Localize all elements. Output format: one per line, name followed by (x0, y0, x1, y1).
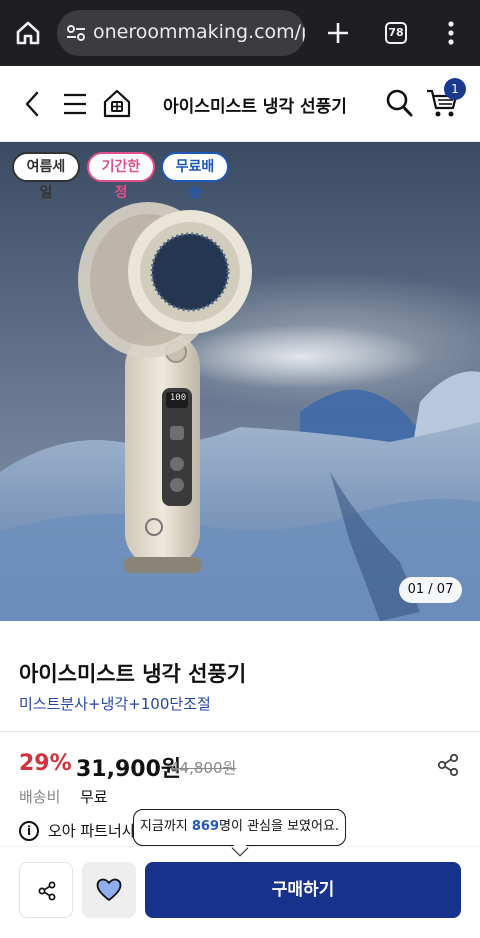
partner-text: 오아 파트너사 (48, 822, 136, 840)
new-tab-icon[interactable] (324, 19, 352, 47)
share-icon[interactable] (437, 753, 459, 777)
shop-home-icon[interactable] (102, 87, 132, 119)
divider (0, 731, 480, 732)
shipping-label: 배송비 (19, 788, 61, 806)
share-button[interactable] (19, 862, 73, 918)
address-bar[interactable]: oneroommaking.com/pro (57, 10, 305, 56)
sale-price: 31,900원 (76, 757, 182, 782)
more-menu-icon[interactable] (444, 20, 458, 46)
info-icon[interactable]: i (19, 821, 39, 841)
back-arrow-icon[interactable] (22, 90, 44, 118)
url-text: oneroommaking.com/pro (93, 21, 305, 43)
search-icon[interactable] (385, 88, 413, 118)
tab-switcher-button[interactable]: 78 (385, 22, 407, 44)
home-icon[interactable] (14, 19, 42, 47)
heart-icon (96, 878, 122, 901)
hamburger-menu-icon[interactable] (62, 91, 88, 117)
cart-count-badge: 1 (444, 78, 466, 100)
tooltip-count: 869 (191, 819, 220, 834)
share-button-icon (38, 881, 56, 901)
discount-rate: 29% (19, 751, 72, 776)
tag-limited-time: 기간한정 (87, 152, 155, 201)
page-title: 아이스미스트 냉각 선풍기 (163, 97, 347, 117)
tag-free-shipping: 무료배송 (161, 152, 229, 201)
wishlist-button[interactable] (82, 862, 136, 918)
product-image[interactable] (0, 142, 480, 621)
tag-summer-sale: 여름세일 (12, 152, 80, 201)
original-price: 44,800원 (170, 759, 237, 777)
tooltip-prefix: 지금까지 (139, 819, 192, 834)
shipping-value: 무료 (80, 788, 108, 806)
buy-button[interactable]: 구매하기 (145, 862, 461, 918)
image-page-counter: 01 / 07 (399, 577, 462, 603)
tooltip-suffix: 명이 관심을 보였어요. (219, 819, 340, 834)
site-settings-icon[interactable] (65, 22, 87, 44)
fan-display-reading: 100 (169, 393, 187, 403)
product-name: 아이스미스트 냉각 선풍기 (19, 662, 247, 686)
product-subtitle: 미스트분사+냉각+100단조절 (19, 695, 211, 713)
